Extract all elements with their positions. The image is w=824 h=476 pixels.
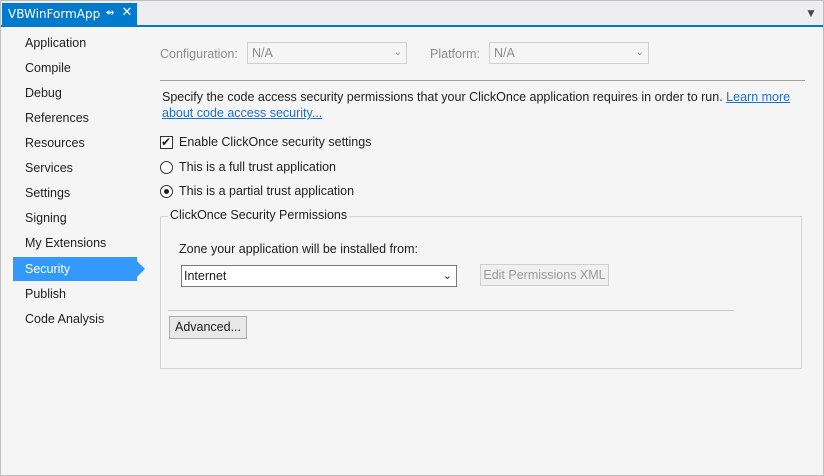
project-properties-window: VBWinFormApp ⇴ ✕ ▼ Application Compile D… [0, 0, 824, 476]
platform-value: N/A [494, 46, 515, 60]
property-pages-nav: Application Compile Debug References Res… [1, 29, 146, 475]
pin-icon[interactable]: ⇴ [103, 5, 117, 21]
close-icon[interactable]: ✕ [120, 5, 134, 21]
enable-clickonce-security-row[interactable]: ✔ Enable ClickOnce security settings [160, 133, 371, 151]
nav-item-signing[interactable]: Signing [13, 206, 137, 230]
platform-combo: N/A ⌄ [489, 42, 649, 64]
partial-trust-row[interactable]: This is a partial trust application [160, 182, 354, 200]
partial-trust-label: This is a partial trust application [179, 184, 355, 198]
full-trust-row[interactable]: This is a full trust application [160, 158, 336, 176]
chevron-down-icon: ⌄ [393, 47, 402, 58]
document-tab-title: VBWinFormApp [8, 7, 101, 21]
zone-select-value: Internet [184, 269, 227, 283]
full-trust-label: This is a full trust application [179, 160, 337, 174]
enable-clickonce-security-label: Enable ClickOnce security settings [179, 135, 372, 149]
radio-selected-dot [164, 188, 169, 194]
document-tab-vbwinformapp[interactable]: VBWinFormApp ⇴ ✕ [2, 3, 137, 25]
nav-item-my-extensions[interactable]: My Extensions [13, 231, 137, 255]
group-separator [168, 310, 734, 311]
security-description: Specify the code access security permiss… [162, 89, 792, 121]
configuration-combo: N/A ⌄ [247, 42, 407, 64]
security-description-text: Specify the code access security permiss… [162, 90, 723, 104]
security-page: Configuration: N/A ⌄ Platform: N/A ⌄ Spe… [146, 29, 823, 475]
clickonce-permissions-group [160, 216, 802, 369]
nav-item-publish[interactable]: Publish [13, 282, 137, 306]
nav-item-settings[interactable]: Settings [13, 181, 137, 205]
tab-overflow-dropdown-icon[interactable]: ▼ [805, 7, 817, 21]
configuration-value: N/A [252, 46, 273, 60]
chevron-down-icon: ⌄ [442, 270, 452, 282]
platform-label: Platform: [430, 47, 481, 61]
configuration-label: Configuration: [160, 47, 238, 61]
advanced-button[interactable]: Advanced... [169, 316, 247, 339]
nav-item-security[interactable]: Security [13, 257, 145, 281]
group-title: ClickOnce Security Permissions [168, 208, 350, 222]
enable-clickonce-security-checkbox[interactable]: ✔ [160, 134, 173, 149]
header-separator [160, 80, 805, 81]
zone-label: Zone your application will be installed … [179, 242, 419, 256]
full-trust-radio[interactable] [160, 160, 173, 174]
nav-item-services[interactable]: Services [13, 156, 137, 180]
nav-item-references[interactable]: References [13, 106, 137, 130]
zone-select[interactable]: Internet ⌄ [181, 265, 457, 287]
document-tab-strip: VBWinFormApp ⇴ ✕ ▼ [1, 1, 823, 27]
checkmark-icon: ✔ [161, 134, 172, 149]
nav-item-application[interactable]: Application [13, 31, 137, 55]
chevron-down-icon: ⌄ [635, 47, 644, 58]
edit-permissions-xml-button: Edit Permissions XML [480, 264, 609, 286]
partial-trust-radio[interactable] [160, 184, 173, 198]
nav-item-resources[interactable]: Resources [13, 131, 137, 155]
nav-item-code-analysis[interactable]: Code Analysis [13, 307, 137, 331]
nav-item-debug[interactable]: Debug [13, 81, 137, 105]
nav-item-compile[interactable]: Compile [13, 56, 137, 80]
